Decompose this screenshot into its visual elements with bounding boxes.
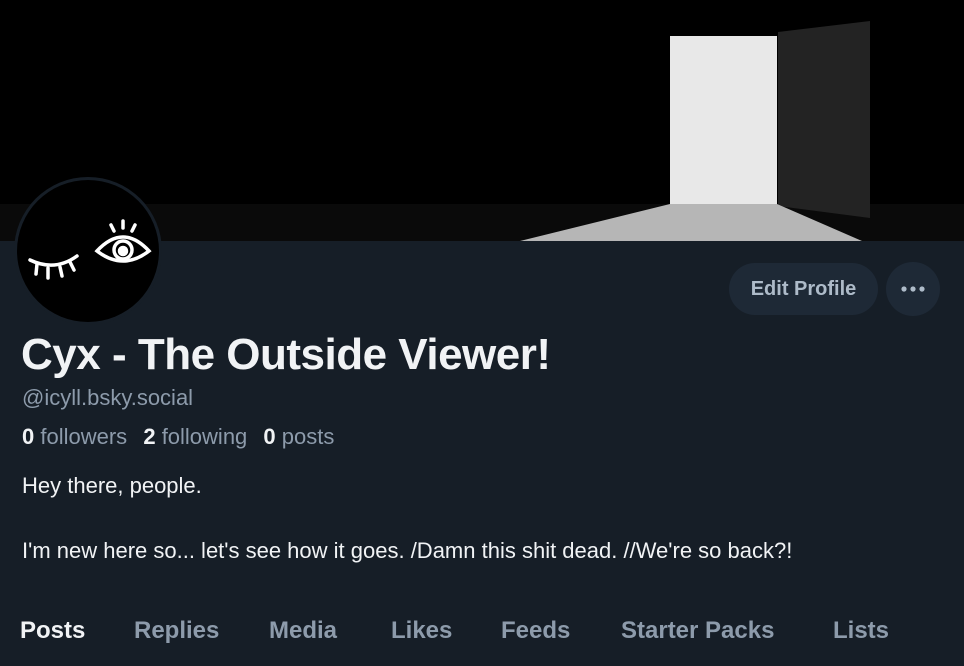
tab-lists[interactable]: Lists	[833, 617, 889, 645]
edit-profile-button[interactable]: Edit Profile	[729, 263, 878, 315]
posts-label: posts	[281, 424, 335, 449]
followers-label: followers	[40, 424, 128, 449]
tab-media[interactable]: Media	[269, 617, 337, 645]
profile-bio-line-2: I'm new here so... let's see how it goes…	[22, 538, 793, 563]
posts-count: 0	[263, 424, 276, 449]
tab-starter-packs[interactable]: Starter Packs	[621, 617, 774, 645]
following-label: following	[161, 424, 248, 449]
tab-posts[interactable]: Posts	[20, 617, 85, 645]
tab-replies[interactable]: Replies	[134, 617, 219, 645]
profile-page: Edit Profile Cyx - The Outside Viewer! @…	[0, 0, 964, 666]
avatar[interactable]	[14, 177, 162, 325]
tab-feeds[interactable]: Feeds	[501, 617, 570, 645]
tab-likes[interactable]: Likes	[391, 617, 452, 645]
followers-count: 0	[22, 424, 35, 449]
more-options-button[interactable]	[886, 262, 940, 316]
open-eye-icon	[94, 219, 152, 263]
profile-stats: 0 followers 2 following 0 posts	[22, 424, 334, 450]
posts-stat: 0 posts	[263, 424, 334, 449]
profile-display-name: Cyx - The Outside Viewer!	[21, 330, 551, 379]
following-count: 2	[143, 424, 156, 449]
profile-bio-line-1: Hey there, people.	[22, 473, 202, 498]
following-link[interactable]: 2 following	[143, 424, 247, 449]
closed-eye-icon	[28, 254, 79, 280]
profile-tabs: Posts Replies Media Likes Feeds Starter …	[0, 600, 964, 666]
followers-link[interactable]: 0 followers	[22, 424, 127, 449]
ellipsis-icon	[901, 286, 925, 292]
profile-handle: @icyll.bsky.social	[22, 385, 194, 410]
